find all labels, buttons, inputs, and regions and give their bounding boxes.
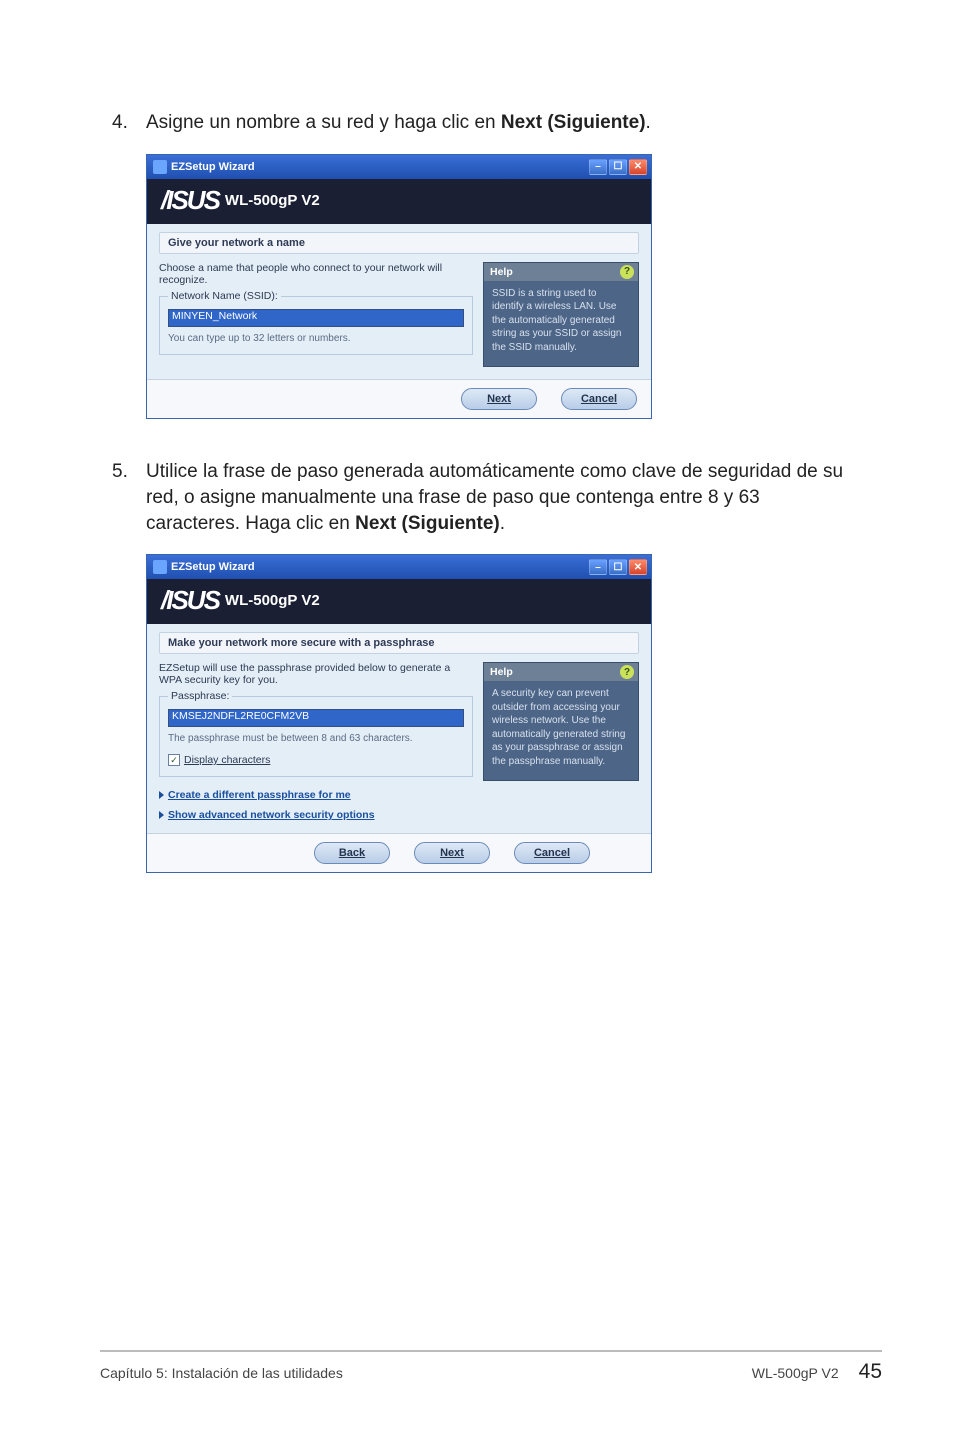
- passphrase-legend: Passphrase:: [168, 690, 232, 702]
- help-text: A security key can prevent outsider from…: [484, 681, 638, 770]
- help-title: Help: [490, 665, 513, 679]
- passphrase-fieldset: Passphrase: KMSEJ2NDFL2RE0CFM2VB The pas…: [159, 696, 473, 777]
- help-text: SSID is a string used to identify a wire…: [484, 281, 638, 357]
- maximize-button[interactable]: ☐: [609, 159, 627, 175]
- link-advanced-security[interactable]: Show advanced network security options: [159, 809, 473, 821]
- triangle-icon: [159, 791, 164, 799]
- window-title: EZSetup Wizard: [171, 161, 589, 173]
- display-characters-checkbox[interactable]: ✓: [168, 754, 180, 766]
- asus-logo: /ISUS: [161, 585, 219, 616]
- step4-text-before: Asigne un nombre a su red y haga clic en: [146, 112, 501, 133]
- footer-rule: [100, 1350, 882, 1352]
- step5-number: 5.: [112, 459, 146, 536]
- link-create-passphrase[interactable]: Create a different passphrase for me: [159, 789, 473, 801]
- cancel-button[interactable]: Cancel: [514, 842, 590, 864]
- section-description: EZSetup will use the passphrase provided…: [159, 662, 473, 686]
- page-footer: Capítulo 5: Instalación de las utilidade…: [100, 1360, 882, 1384]
- step5-text-after: .: [500, 513, 505, 534]
- step4-text-after: .: [646, 112, 651, 133]
- ssid-legend: Network Name (SSID):: [168, 290, 281, 302]
- help-icon[interactable]: ?: [620, 265, 634, 279]
- next-button[interactable]: Next: [461, 388, 537, 410]
- ssid-fieldset: Network Name (SSID): MINYEN_Network You …: [159, 296, 473, 355]
- asus-logo: /ISUS: [161, 185, 219, 216]
- button-bar: Next Cancel: [147, 379, 651, 418]
- minimize-button[interactable]: –: [589, 159, 607, 175]
- passphrase-input[interactable]: KMSEJ2NDFL2RE0CFM2VB: [168, 709, 464, 727]
- cancel-button[interactable]: Cancel: [561, 388, 637, 410]
- passphrase-hint: The passphrase must be between 8 and 63 …: [168, 733, 464, 744]
- section-description: Choose a name that people who connect to…: [159, 262, 473, 286]
- help-title: Help: [490, 265, 513, 279]
- close-button[interactable]: ✕: [629, 159, 647, 175]
- triangle-icon: [159, 811, 164, 819]
- step4-text-bold: Next (Siguiente): [501, 112, 646, 133]
- step5-text: Utilice la frase de paso generada automá…: [146, 459, 854, 536]
- titlebar[interactable]: EZSetup Wizard – ☐ ✕: [147, 555, 651, 579]
- display-characters-label: Display characters: [184, 754, 270, 766]
- help-icon[interactable]: ?: [620, 665, 634, 679]
- maximize-button[interactable]: ☐: [609, 559, 627, 575]
- app-icon: [153, 160, 167, 174]
- brand-bar: /ISUS WL-500gP V2: [147, 179, 651, 224]
- ssid-input[interactable]: MINYEN_Network: [168, 309, 464, 327]
- ssid-hint: You can type up to 32 letters or numbers…: [168, 333, 464, 344]
- titlebar[interactable]: EZSetup Wizard – ☐ ✕: [147, 155, 651, 179]
- next-button[interactable]: Next: [414, 842, 490, 864]
- window-title: EZSetup Wizard: [171, 561, 589, 573]
- window-passphrase: EZSetup Wizard – ☐ ✕ /ISUS WL-500gP V2 M…: [146, 554, 652, 873]
- minimize-button[interactable]: –: [589, 559, 607, 575]
- step4-text: Asigne un nombre a su red y haga clic en…: [146, 110, 854, 136]
- model-label: WL-500gP V2: [225, 192, 320, 209]
- step5-text-bold: Next (Siguiente): [355, 513, 500, 534]
- footer-page-number: 45: [859, 1360, 882, 1384]
- button-bar: Back Next Cancel: [147, 833, 651, 872]
- brand-bar: /ISUS WL-500gP V2: [147, 579, 651, 624]
- footer-chapter: Capítulo 5: Instalación de las utilidade…: [100, 1365, 343, 1381]
- model-label: WL-500gP V2: [225, 592, 320, 609]
- window-ssid: EZSetup Wizard – ☐ ✕ /ISUS WL-500gP V2 G…: [146, 154, 652, 420]
- step4-number: 4.: [112, 110, 146, 136]
- help-panel: Help ? A security key can prevent outsid…: [483, 662, 639, 781]
- section-heading: Make your network more secure with a pas…: [159, 632, 639, 654]
- back-button[interactable]: Back: [314, 842, 390, 864]
- app-icon: [153, 560, 167, 574]
- close-button[interactable]: ✕: [629, 559, 647, 575]
- display-characters-row[interactable]: ✓ Display characters: [168, 754, 464, 766]
- footer-model: WL-500gP V2: [752, 1365, 839, 1381]
- section-heading: Give your network a name: [159, 232, 639, 254]
- help-panel: Help ? SSID is a string used to identify…: [483, 262, 639, 368]
